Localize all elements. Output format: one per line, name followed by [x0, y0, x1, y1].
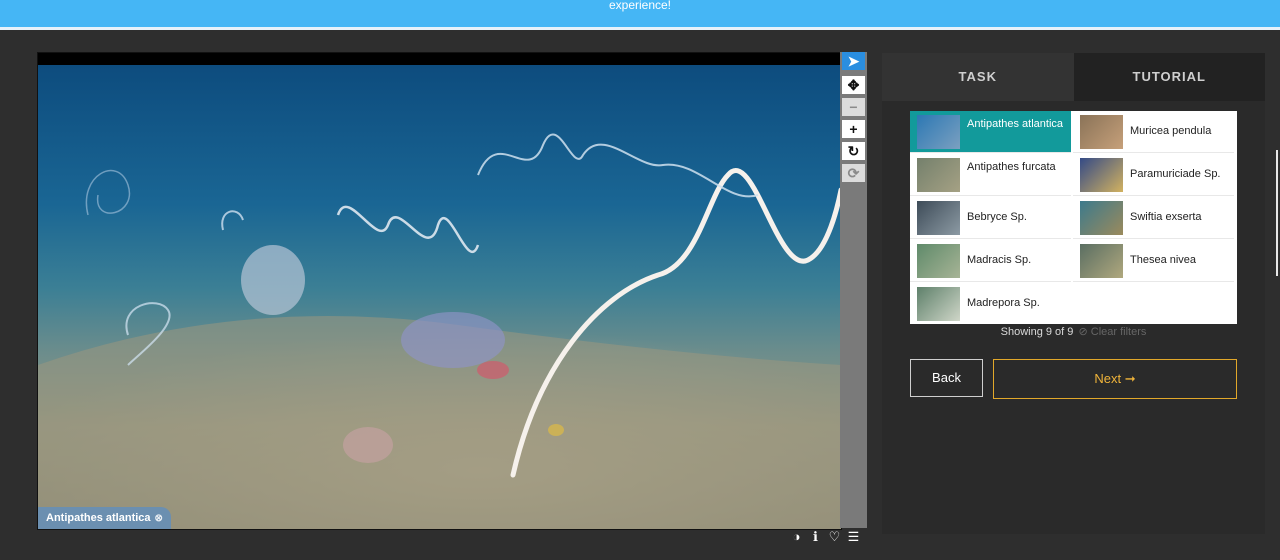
- choice-swiftia-exserta[interactable]: Swiftia exserta: [1073, 197, 1234, 239]
- subject-label-tag[interactable]: Antipathes atlantica ⊗: [38, 507, 171, 529]
- remove-label-icon[interactable]: ⊗: [155, 513, 163, 524]
- choice-label: Antipathes atlantica: [967, 118, 1064, 130]
- choice-paramuriciade-sp[interactable]: Paramuriciade Sp.: [1073, 154, 1234, 196]
- rotate-icon[interactable]: ↻: [842, 142, 865, 160]
- next-button[interactable]: Next ➞: [993, 359, 1237, 399]
- announcement-banner: experience!: [0, 0, 1280, 30]
- image-toolbar: ➤ ✥ − + ↻ ⟳: [840, 52, 867, 528]
- subject-image[interactable]: Antipathes atlantica ⊗: [38, 65, 841, 529]
- choice-antipathes-atlantica[interactable]: Antipathes atlantica: [910, 111, 1071, 153]
- subject-label-text: Antipathes atlantica: [46, 512, 151, 524]
- choice-thumbnail: [917, 201, 960, 235]
- choice-madrepora-sp[interactable]: Madrepora Sp.: [910, 283, 1071, 325]
- pointer-tool-icon[interactable]: ➤: [842, 52, 865, 70]
- choice-muricea-pendula[interactable]: Muricea pendula: [1073, 111, 1234, 153]
- choice-madracis-sp[interactable]: Madracis Sp.: [910, 240, 1071, 282]
- tab-bar: TASK TUTORIAL: [882, 53, 1265, 101]
- choice-label: Madracis Sp.: [967, 254, 1032, 266]
- choice-label: Madrepora Sp.: [967, 297, 1040, 309]
- clear-filters-link[interactable]: ⊘ Clear filters: [1078, 326, 1146, 338]
- contrast-icon[interactable]: ◑: [787, 529, 806, 544]
- choice-thumbnail: [1080, 115, 1123, 149]
- pan-tool-icon[interactable]: ✥: [842, 76, 865, 94]
- clear-filters-label: Clear filters: [1090, 326, 1147, 338]
- species-choice-grid: Antipathes atlantica Muricea pendula Ant…: [910, 111, 1237, 324]
- banner-text: experience!: [608, 0, 672, 12]
- filter-status: Showing 9 of 9 ⊘ Clear filters: [910, 325, 1237, 338]
- choice-thumbnail: [917, 244, 960, 278]
- choice-thumbnail: [1080, 201, 1123, 235]
- choice-thumbnail: [917, 287, 960, 321]
- heart-icon[interactable]: ♡: [825, 529, 844, 545]
- choice-thumbnail: [1080, 244, 1123, 278]
- back-button[interactable]: Back: [910, 359, 983, 397]
- viewer-actions: ◑ ℹ ♡ ☰: [787, 529, 869, 545]
- choice-label: Thesea nivea: [1130, 254, 1197, 266]
- zoom-out-icon[interactable]: −: [842, 98, 865, 116]
- subject-viewer[interactable]: Antipathes atlantica ⊗: [37, 52, 842, 530]
- page-edge-divider: [1276, 150, 1278, 276]
- underwater-photo: [38, 133, 841, 529]
- choice-thumbnail: [917, 115, 960, 149]
- showing-count: Showing 9 of 9: [1000, 326, 1074, 338]
- choice-label: Antipathes furcata: [967, 161, 1056, 173]
- task-panel: TASK TUTORIAL Antipathes atlantica Muric…: [882, 53, 1265, 534]
- info-icon[interactable]: ℹ: [806, 529, 825, 545]
- choice-thumbnail: [917, 158, 960, 192]
- choice-antipathes-furcata[interactable]: Antipathes furcata: [910, 154, 1071, 196]
- choice-label: Swiftia exserta: [1130, 211, 1202, 223]
- choice-bebryce-sp[interactable]: Bebryce Sp.: [910, 197, 1071, 239]
- choice-label: Paramuriciade Sp.: [1130, 168, 1221, 180]
- tab-tutorial[interactable]: TUTORIAL: [1073, 53, 1265, 101]
- list-icon[interactable]: ☰: [844, 529, 863, 545]
- choice-thumbnail: [1080, 158, 1123, 192]
- zoom-in-icon[interactable]: +: [842, 120, 865, 138]
- choice-label: Bebryce Sp.: [967, 211, 1027, 223]
- reset-icon[interactable]: ⟳: [842, 164, 865, 182]
- choice-thesea-nivea[interactable]: Thesea nivea: [1073, 240, 1234, 282]
- tab-task[interactable]: TASK: [882, 53, 1074, 101]
- choice-label: Muricea pendula: [1130, 125, 1212, 137]
